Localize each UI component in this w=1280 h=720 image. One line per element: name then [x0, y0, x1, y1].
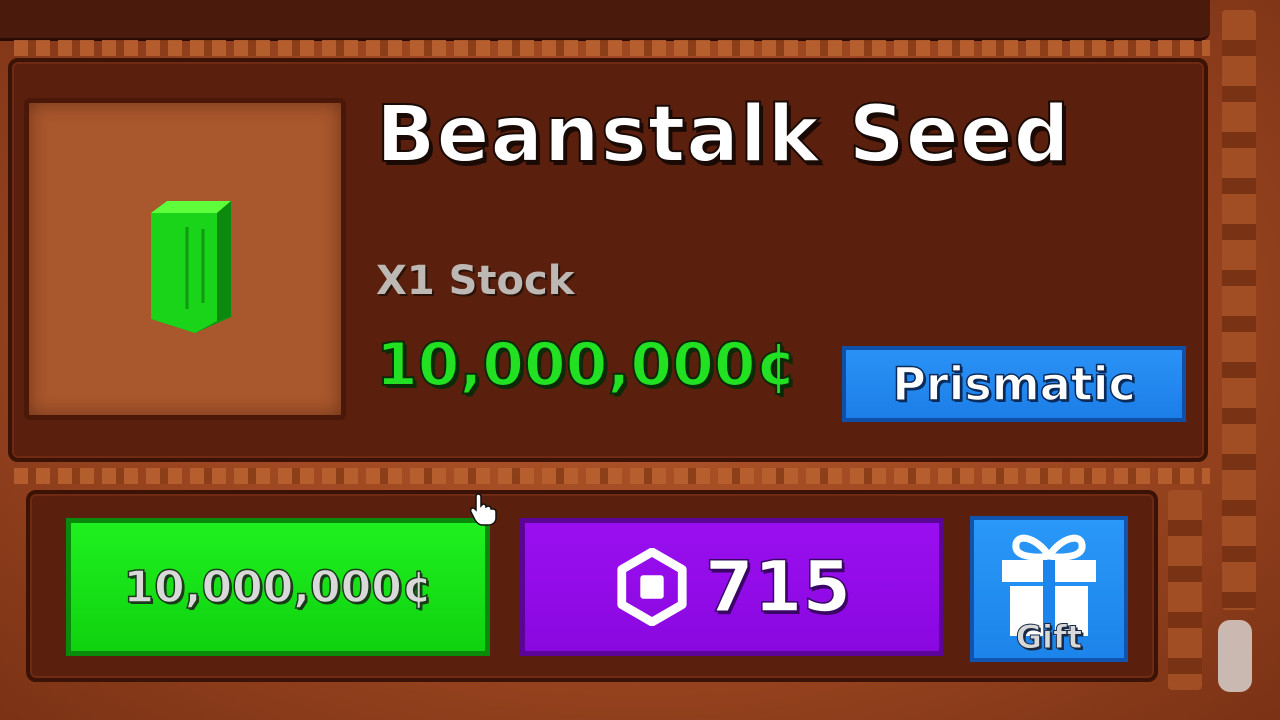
item-title: Beanstalk Seed: [375, 89, 1071, 181]
robux-price-label: 715: [704, 545, 852, 629]
rarity-badge: Prismatic: [842, 346, 1186, 422]
panel-border-studs: [14, 468, 1210, 484]
item-info-panel: Beanstalk Seed X1 Stock 10,000,000¢ Pris…: [8, 58, 1208, 462]
stock-count: X1 Stock: [376, 258, 575, 304]
item-price: 10,000,000¢: [375, 329, 798, 401]
panel-border-studs: [1168, 490, 1202, 690]
gift-label: Gift: [1015, 618, 1083, 657]
green-seed-icon: [151, 201, 231, 333]
gift-button[interactable]: Gift: [970, 516, 1128, 662]
shop-screen: Beanstalk Seed X1 Stock 10,000,000¢ Pris…: [0, 0, 1280, 720]
robux-icon: [617, 548, 687, 626]
scrollbar-handle[interactable]: [1218, 620, 1252, 692]
panel-border-studs: [1222, 10, 1256, 610]
buy-with-robux-button[interactable]: 715: [520, 518, 944, 656]
purchase-bar: 10,000,000¢ 715 Gift: [26, 490, 1158, 682]
buy-with-cash-button[interactable]: 10,000,000¢: [66, 518, 490, 656]
panel-border-studs: [14, 40, 1210, 56]
rarity-label: Prismatic: [891, 356, 1136, 412]
item-image-frame: [24, 98, 346, 420]
hand-cursor-icon: [470, 493, 497, 526]
previous-item-panel-edge: [0, 0, 1210, 41]
cash-price-label: 10,000,000¢: [123, 561, 433, 614]
